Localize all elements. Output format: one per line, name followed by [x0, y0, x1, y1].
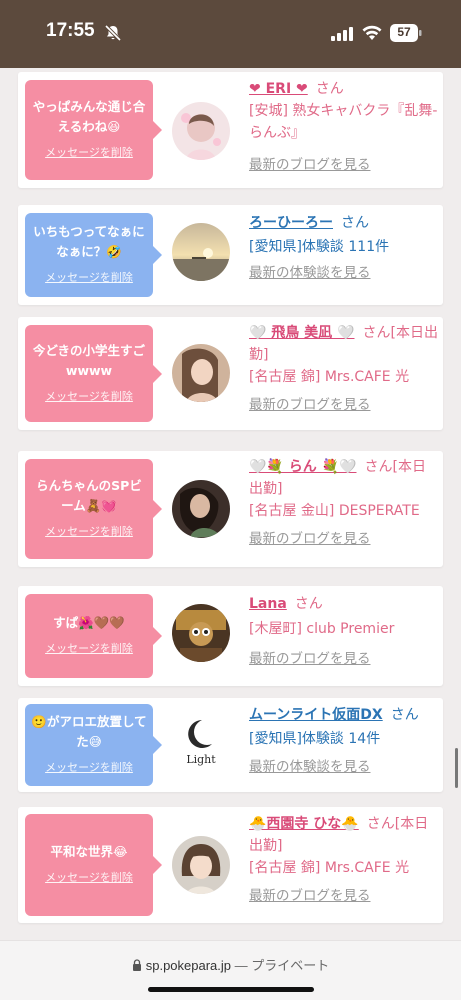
latest-blog-link[interactable]: 最新のブログを見る [249, 885, 439, 907]
latest-review-link[interactable]: 最新の体験談を見る [249, 756, 439, 778]
status-time: 17:55 [46, 20, 95, 41]
message-card: 平和な世界😂 メッセージを削除 🐣西園寺 ひな🐣 さん[本日出勤] [名古屋 錦]… [18, 807, 443, 923]
profile-info: 🐣西園寺 ひな🐣 さん[本日出勤] [名古屋 錦] Mrs.CAFE 光 最新のブ… [249, 813, 439, 907]
profile-info: ムーンライト仮面DX さん [愛知県]体験談 14件 最新の体験談を見る [249, 704, 439, 778]
status-bar: 17:55 57 [0, 0, 461, 68]
avatar[interactable] [172, 836, 230, 894]
shop-info: [木屋町] club Premier [249, 621, 395, 637]
avatar[interactable] [172, 480, 230, 538]
delete-message-link[interactable]: メッセージを削除 [45, 387, 133, 407]
message-bubble: 🙂がアロエ放置してた😅 メッセージを削除 [25, 704, 162, 786]
message-text: すぱ🌺🤎🤎 [53, 615, 125, 630]
delete-message-link[interactable]: メッセージを削除 [45, 522, 133, 542]
shop-info: [名古屋 錦] Mrs.CAFE 光 [249, 369, 410, 385]
mute-icon [104, 24, 122, 42]
latest-blog-link[interactable]: 最新のブログを見る [249, 648, 439, 670]
latest-blog-link[interactable]: 最新のブログを見る [249, 154, 439, 176]
avatar[interactable] [172, 344, 230, 402]
message-bubble: らんちゃんのSPビーム🧸💓 メッセージを削除 [25, 459, 162, 559]
logo-text: Light [186, 753, 216, 766]
message-text: らんちゃんのSPビーム🧸💓 [36, 478, 142, 513]
delete-message-link[interactable]: メッセージを削除 [45, 758, 133, 778]
privacy-label: プライベート [251, 958, 330, 973]
message-bubble: すぱ🌺🤎🤎 メッセージを削除 [25, 594, 162, 678]
address-display[interactable]: sp.pokepara.jp — プライベート [0, 955, 461, 974]
profile-name-link[interactable]: ろーひーろー [249, 215, 333, 231]
message-card: やっぱみんな通じ合えるわね😆 メッセージを削除 ❤ ERI ❤ さん [安城] 熟… [18, 72, 443, 188]
avatar[interactable] [172, 604, 230, 662]
battery-level: 57 [397, 25, 411, 39]
battery-icon: 57 [390, 24, 422, 42]
favorites-list: やっぱみんな通じ合えるわね😆 メッセージを削除 ❤ ERI ❤ さん [安城] 熟… [0, 68, 461, 940]
shop-info: [愛知県]体験談 14件 [249, 731, 381, 747]
honorific: さん [315, 81, 344, 97]
profile-name-link[interactable]: 🤍💐 らん 💐🤍 [249, 459, 356, 475]
message-card: 🙂がアロエ放置してた😅 メッセージを削除 Light ムーンライト仮面DX さん … [18, 698, 443, 792]
lock-icon [132, 959, 141, 971]
message-bubble: いちもつってなぁになぁに？🤣 メッセージを削除 [25, 213, 162, 297]
avatar[interactable] [172, 223, 230, 281]
profile-name-link[interactable]: 🤍 飛鳥 美凪 🤍 [249, 325, 355, 341]
profile-info: 🤍 飛鳥 美凪 🤍 さん[本日出勤] [名古屋 錦] Mrs.CAFE 光 最新の… [249, 322, 439, 416]
message-bubble: やっぱみんな通じ合えるわね😆 メッセージを削除 [25, 80, 162, 180]
message-bubble: 平和な世界😂 メッセージを削除 [25, 814, 162, 916]
delete-message-link[interactable]: メッセージを削除 [45, 268, 133, 288]
message-bubble: 今どきの小学生すごwwww メッセージを削除 [25, 325, 162, 422]
url-domain: sp.pokepara.jp [145, 958, 232, 973]
profile-name-link[interactable]: ❤ ERI ❤ [249, 81, 308, 97]
delete-message-link[interactable]: メッセージを削除 [45, 868, 133, 888]
delete-message-link[interactable]: メッセージを削除 [45, 639, 133, 659]
url-separator: — [231, 958, 252, 973]
honorific: さん [294, 596, 323, 612]
honorific: さん [341, 215, 369, 231]
profile-info: 🤍💐 らん 💐🤍 さん[本日出勤] [名古屋 金山] DESPERATE 最新のブ… [249, 456, 439, 550]
message-text: 平和な世界😂 [50, 844, 128, 859]
latest-blog-link[interactable]: 最新のブログを見る [249, 528, 439, 550]
latest-blog-link[interactable]: 最新のブログを見る [249, 394, 439, 416]
profile-name-link[interactable]: Lana [249, 596, 287, 612]
profile-info: ろーひーろー さん [愛知県]体験談 111件 最新の体験談を見る [249, 212, 439, 284]
url-bar[interactable]: sp.pokepara.jp — プライベート [0, 940, 461, 1000]
shop-info: [名古屋 金山] DESPERATE [249, 503, 420, 519]
shop-info: [愛知県]体験談 111件 [249, 239, 390, 255]
delete-message-link[interactable]: メッセージを削除 [45, 143, 133, 163]
profile-info: Lana さん [木屋町] club Premier 最新のブログを見る [249, 593, 439, 670]
message-card: 今どきの小学生すごwwww メッセージを削除 🤍 飛鳥 美凪 🤍 さん[本日出勤]… [18, 317, 443, 430]
message-card: らんちゃんのSPビーム🧸💓 メッセージを削除 🤍💐 らん 💐🤍 さん[本日出勤] … [18, 451, 443, 567]
message-card: いちもつってなぁになぁに？🤣 メッセージを削除 ろーひーろー さん [愛知県]体験… [18, 205, 443, 305]
honorific: さん [390, 707, 419, 723]
avatar[interactable] [172, 102, 230, 160]
message-text: 今どきの小学生すごwwww [32, 342, 146, 378]
message-text: 🙂がアロエ放置してた😅 [31, 714, 147, 749]
shop-info: [安城] 熟女キャバクラ『乱舞-らんぶ』 [249, 103, 438, 141]
message-text: いちもつってなぁになぁに？🤣 [33, 224, 145, 259]
message-card: すぱ🌺🤎🤎 メッセージを削除 Lana さん [木屋町] club Premier… [18, 586, 443, 686]
profile-name-link[interactable]: ムーンライト仮面DX [249, 707, 383, 723]
message-text: やっぱみんな通じ合えるわね😆 [32, 99, 146, 134]
profile-name-link[interactable]: 🐣西園寺 ひな🐣 [249, 816, 359, 832]
home-indicator[interactable] [148, 987, 314, 992]
profile-info: ❤ ERI ❤ さん [安城] 熟女キャバクラ『乱舞-らんぶ』 最新のブログを見る [249, 78, 439, 176]
wifi-icon [362, 25, 382, 40]
signal-icon [331, 27, 353, 41]
latest-review-link[interactable]: 最新の体験談を見る [249, 262, 439, 284]
avatar[interactable]: Light [172, 714, 230, 772]
scrollbar[interactable] [455, 748, 458, 788]
shop-info: [名古屋 錦] Mrs.CAFE 光 [249, 860, 410, 876]
